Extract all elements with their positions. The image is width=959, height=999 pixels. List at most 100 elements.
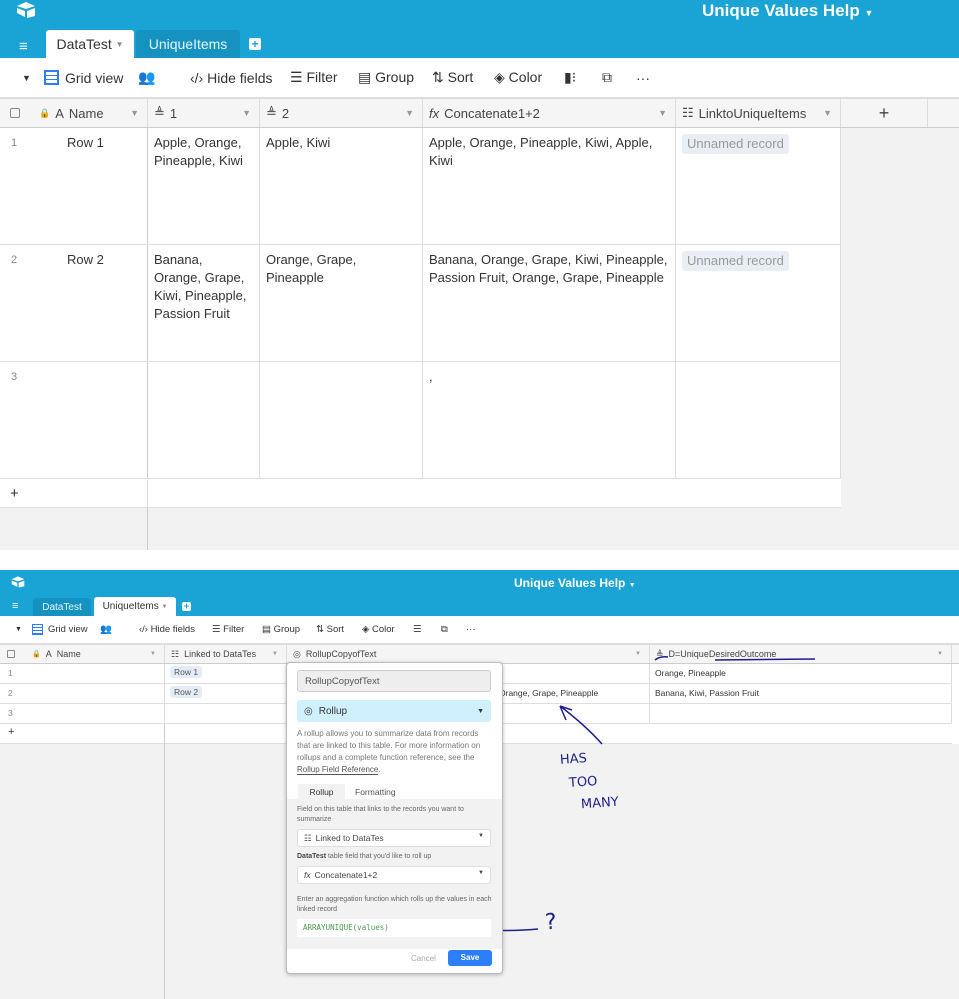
- annotation-many: MANY: [580, 794, 620, 813]
- filter-icon: ☰: [290, 69, 303, 85]
- col-name[interactable]: 🔒 A Name ▼: [0, 99, 148, 127]
- tab-formatting[interactable]: Formatting: [355, 787, 396, 797]
- cell-name[interactable]: Row 2: [20, 245, 148, 361]
- cell-c1[interactable]: Banana, Orange, Grape, Kiwi, Pineapple, …: [148, 245, 260, 361]
- text-field-icon: A: [55, 105, 64, 121]
- column-title: Concatenate1+2: [444, 105, 540, 121]
- description-text: A rollup allows you to summarize data fr…: [297, 729, 481, 762]
- caret-down-icon[interactable]: ▼: [658, 108, 667, 118]
- table-name: DataTest: [297, 853, 327, 860]
- cell-concat[interactable]: Banana, Orange, Grape, Kiwi, Pineapple, …: [423, 245, 676, 361]
- rollup-description: A rollup allows you to summarize data fr…: [297, 728, 493, 776]
- airtable-logo-icon[interactable]: [16, 2, 36, 18]
- cancel-button[interactable]: Cancel: [411, 954, 436, 963]
- cell-link[interactable]: Unnamed record: [676, 128, 841, 244]
- view-menu-caret-icon[interactable]: ▼: [22, 73, 31, 83]
- save-button[interactable]: Save: [448, 950, 492, 966]
- linked-record-chip[interactable]: Unnamed record: [682, 134, 789, 154]
- link-field-select[interactable]: ☷ Linked to DataTes ▼: [297, 829, 491, 847]
- col-2[interactable]: ≜ 2 ▼: [260, 99, 423, 127]
- color-button[interactable]: ◈ Color: [494, 69, 542, 86]
- row-height-icon[interactable]: ▮⁝: [564, 69, 576, 86]
- rollup-field-select[interactable]: fx Concatenate1+2 ▼: [297, 866, 491, 884]
- formula-icon: fx: [304, 870, 311, 880]
- base-title-text: Unique Values Help: [702, 1, 860, 20]
- table-row[interactable]: 3,: [0, 362, 841, 479]
- grid-view-button[interactable]: Grid view: [44, 70, 123, 86]
- group-icon: ▤: [358, 69, 372, 85]
- cell-concat[interactable]: ,: [423, 362, 676, 478]
- add-table-icon[interactable]: +: [249, 38, 261, 50]
- add-record-row[interactable]: +: [0, 480, 841, 508]
- formula-input[interactable]: ARRAYUNIQUE(values): [297, 919, 491, 937]
- field-name-input[interactable]: RollupCopyofText: [297, 670, 491, 692]
- label-text: table field that you'd like to roll up: [326, 853, 432, 860]
- cell-num[interactable]: 3: [0, 362, 20, 478]
- rollup-field-label: DataTest table field that you'd like to …: [297, 853, 431, 860]
- cell-text: Row 2: [67, 252, 104, 267]
- cell-num[interactable]: 2: [0, 245, 20, 361]
- cell-num[interactable]: 1: [0, 128, 20, 244]
- cell-text: 1: [11, 137, 18, 149]
- frozen-divider: [147, 508, 148, 550]
- tab-datatest[interactable]: DataTest ▼: [46, 30, 134, 58]
- col-link[interactable]: ☷ LinktoUniqueItems ▼: [676, 99, 841, 127]
- sort-button[interactable]: ⇅ Sort: [432, 69, 473, 86]
- add-field-button[interactable]: +: [841, 99, 928, 127]
- caret-down-icon: ▼: [115, 39, 124, 49]
- select-value: Concatenate1+2: [314, 870, 378, 880]
- rollup-icon: ◎: [304, 705, 313, 717]
- column-title: 1: [169, 105, 178, 121]
- col-concatenate[interactable]: fx Concatenate1+2 ▼: [423, 99, 676, 127]
- formula-icon: fx: [429, 105, 440, 121]
- caret-down-icon[interactable]: ▼: [823, 108, 832, 118]
- add-row-divider: [147, 480, 148, 508]
- cell-link[interactable]: Unnamed record: [676, 245, 841, 361]
- column-header-row: 🔒 A Name ▼ ≜ 1 ▼ ≜ 2 ▼ fx Concatenate1+2 ▼ ☷ Linkt…: [0, 98, 959, 128]
- cell-c2[interactable]: Apple, Kiwi: [260, 128, 423, 244]
- cell-text: 2: [11, 254, 18, 266]
- caret-down-icon: ▼: [478, 833, 484, 839]
- hide-fields-button[interactable]: ‹/› Hide fields: [190, 70, 272, 86]
- caret-down-icon[interactable]: ▼: [405, 108, 414, 118]
- select-all-checkbox[interactable]: [10, 108, 20, 118]
- table-row[interactable]: 2 Row 2 Banana, Orange, Grape, Kiwi, Pinea…: [0, 245, 841, 362]
- cell-text: Apple, Orange, Pineapple, Kiwi, Apple, K…: [429, 135, 653, 168]
- cell-c2[interactable]: Orange, Grape, Pineapple: [260, 245, 423, 361]
- cell-concat[interactable]: Apple, Orange, Pineapple, Kiwi, Apple, K…: [423, 128, 676, 244]
- cell-c1[interactable]: [148, 362, 260, 478]
- cell-text: Banana, Orange, Grape, Kiwi, Pineapple, …: [154, 252, 247, 321]
- link-field-label: Field on this table that links to the re…: [297, 806, 464, 823]
- period: .: [378, 765, 381, 774]
- tab-uniqueitems[interactable]: UniqueItems: [136, 30, 240, 58]
- label: Hide fields: [207, 69, 273, 86]
- base-title[interactable]: Unique Values Help ▼: [702, 1, 873, 21]
- tab-rollup[interactable]: Rollup: [298, 784, 345, 800]
- table-row[interactable]: 1 Row 1 Apple, Orange, Pineapple, Kiwi Appl…: [0, 128, 841, 245]
- cell-c2[interactable]: [260, 362, 423, 478]
- filter-button[interactable]: ☰ Filter: [290, 69, 338, 86]
- annotation-too: TOO: [568, 774, 598, 791]
- menu-icon[interactable]: ≡: [19, 38, 28, 55]
- tab-label: DataTest: [56, 36, 112, 52]
- caret-down-icon[interactable]: ▼: [242, 108, 251, 118]
- col-1[interactable]: ≜ 1 ▼: [148, 99, 260, 127]
- group-button[interactable]: ▤ Group: [358, 69, 414, 86]
- caret-down-icon: ▼: [477, 707, 484, 715]
- linked-record-chip[interactable]: Unnamed record: [682, 251, 789, 271]
- label: Color: [508, 69, 543, 85]
- paint-bucket-icon: ◈: [494, 69, 505, 85]
- cell-c1[interactable]: Apple, Orange, Pineapple, Kiwi: [148, 128, 260, 244]
- rollup-reference-link[interactable]: Rollup Field Reference: [297, 765, 379, 775]
- cell-link[interactable]: [676, 362, 841, 478]
- collaborators-icon[interactable]: 👥: [138, 69, 155, 86]
- view-name: Grid view: [65, 69, 124, 86]
- share-icon[interactable]: ⧉: [602, 69, 612, 86]
- field-type-label: Rollup: [318, 705, 348, 717]
- caret-down-icon[interactable]: ▼: [130, 108, 139, 118]
- cell-name[interactable]: Row 1: [20, 128, 148, 244]
- cell-name[interactable]: [20, 362, 148, 478]
- select-value: Linked to DataTes: [315, 833, 384, 843]
- field-type-select[interactable]: ◎ Rollup ▼: [297, 700, 491, 722]
- more-button[interactable]: ···: [636, 70, 650, 86]
